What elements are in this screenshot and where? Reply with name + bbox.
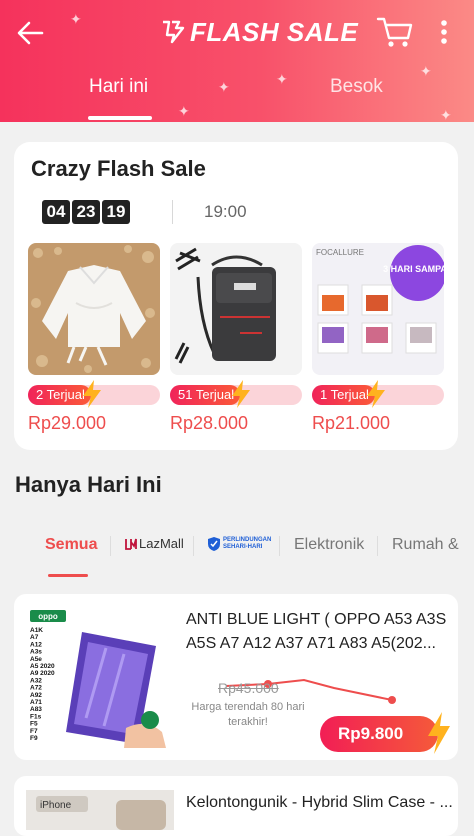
sparkle-decoration: ✦ bbox=[276, 71, 288, 87]
arrow-left-icon bbox=[17, 21, 44, 45]
model-label: A92 bbox=[30, 692, 42, 699]
brand-text: FOCALLURE bbox=[316, 248, 364, 257]
shopping-cart-icon bbox=[376, 17, 413, 47]
lightning-bolt-icon bbox=[232, 380, 250, 408]
sparkle-decoration: ✦ bbox=[420, 63, 432, 79]
more-options-button[interactable] bbox=[434, 16, 454, 48]
flash-product-card[interactable]: 2 Terjual Rp29.000 bbox=[28, 243, 160, 434]
model-label: A32 bbox=[30, 677, 42, 684]
countdown-minutes: 23 bbox=[72, 200, 100, 224]
lightning-bolt-icon bbox=[428, 712, 450, 754]
model-label: A3s bbox=[30, 649, 42, 656]
model-label: A9 2020 bbox=[30, 670, 55, 677]
filter-divider bbox=[193, 536, 194, 556]
sparkle-decoration: ✦ bbox=[218, 79, 230, 95]
active-filter-indicator bbox=[48, 574, 88, 577]
countdown-timer: 04 23 19 bbox=[42, 200, 130, 224]
countdown-seconds: 19 bbox=[102, 200, 130, 224]
lowest-price-note: Harga terendah 80 hari terakhir! bbox=[191, 701, 305, 728]
filter-rumah[interactable]: Rumah & bbox=[392, 536, 474, 554]
product-name: ANTI BLUE LIGHT ( OPPO A53 A3S A5S A7 A1… bbox=[186, 611, 447, 652]
sold-progress-bar: 51 Terjual bbox=[170, 380, 302, 408]
deal-price-button[interactable]: Rp9.800 bbox=[320, 716, 438, 752]
active-tab-indicator bbox=[88, 116, 152, 120]
brand-text: oppo bbox=[38, 612, 58, 621]
perlindungan-label: PERLINDUNGAN SEHARI-HARI bbox=[223, 537, 272, 550]
section-title-crazy-flash: Crazy Flash Sale bbox=[31, 156, 206, 181]
filter-semua[interactable]: Semua bbox=[45, 536, 97, 554]
page-title: FLASH SALE bbox=[190, 16, 359, 47]
lightning-bolt-icon bbox=[367, 380, 385, 408]
model-label: A7 bbox=[30, 634, 39, 641]
category-filter-bar: Semua LazMall PERLINDUNGAN SEHARI-HARI E… bbox=[0, 520, 474, 580]
flash-sale-logo: FLASH SALE bbox=[160, 14, 358, 50]
product-price: Rp21.000 bbox=[312, 413, 391, 433]
product-price: Rp28.000 bbox=[170, 413, 249, 433]
filter-lazmall[interactable]: LazMall bbox=[125, 536, 184, 551]
lightning-bolt-icon bbox=[83, 380, 101, 408]
original-price: Rp45.000 bbox=[218, 680, 279, 696]
tab-besok[interactable]: Besok bbox=[330, 76, 383, 98]
model-label: F7 bbox=[30, 728, 38, 735]
model-label: A5e bbox=[30, 656, 42, 663]
filter-divider bbox=[377, 536, 378, 556]
section-title-hanya-hari-ini: Hanya Hari Ini bbox=[15, 472, 162, 497]
product-image-black-shoulder-bag[interactable] bbox=[170, 243, 302, 375]
next-session-time[interactable]: 19:00 bbox=[204, 202, 247, 222]
model-label: A12 bbox=[30, 641, 42, 648]
sparkle-decoration: ✦ bbox=[70, 11, 82, 27]
model-label: F9 bbox=[30, 735, 38, 742]
product-price: Rp29.000 bbox=[28, 413, 107, 433]
brand-text: iPhone bbox=[40, 800, 72, 811]
lazmall-label: LazMall bbox=[139, 536, 184, 551]
filter-divider bbox=[110, 536, 111, 556]
model-label: A71 bbox=[30, 699, 42, 706]
model-label: F5 bbox=[30, 721, 38, 728]
flash-sale-header: ✦ ✦ ✦ ✦ ✦ ✦ FLASH SALE Hari ini Besok bbox=[0, 0, 474, 122]
tab-hari-ini[interactable]: Hari ini bbox=[89, 76, 148, 98]
sold-progress-bar: 1 Terjual bbox=[312, 380, 444, 408]
model-label: A1K bbox=[30, 627, 43, 634]
flash-product-card[interactable]: FOCALLURE 3 HARI SAMPAI* 1 Terjual Rp21.… bbox=[312, 243, 444, 434]
back-button[interactable] bbox=[14, 16, 48, 50]
lazmall-logo-icon bbox=[125, 538, 137, 550]
divider bbox=[172, 200, 173, 224]
model-label: A5 2020 bbox=[30, 663, 55, 670]
product-name: Kelontongunik - Hybrid Slim Case - ... bbox=[186, 794, 453, 811]
sold-count: 1 Terjual bbox=[320, 387, 369, 402]
product-image-screen-protector: oppo A1K A7 A12 A3s A5e A5 2020 A9 2020 A32 A72 A… bbox=[26, 608, 174, 748]
filter-divider bbox=[279, 536, 280, 556]
product-image-eyeshadow-palette[interactable]: FOCALLURE 3 HARI SAMPAI* bbox=[312, 243, 444, 375]
shield-icon bbox=[208, 537, 220, 551]
flash-bolt-logo-icon bbox=[163, 20, 185, 44]
flash-product-card[interactable]: 51 Terjual Rp28.000 bbox=[170, 243, 302, 434]
model-label: A72 bbox=[30, 685, 42, 692]
sparkle-decoration: ✦ bbox=[178, 103, 190, 119]
filter-perlindungan[interactable]: PERLINDUNGAN SEHARI-HARI bbox=[207, 536, 275, 552]
delivery-badge: 3 HARI SAMPAI* bbox=[383, 264, 444, 274]
product-image-white-blouse[interactable] bbox=[28, 243, 160, 375]
more-vertical-icon bbox=[441, 20, 447, 44]
countdown-hours: 04 bbox=[42, 200, 70, 224]
cart-button[interactable] bbox=[376, 14, 414, 50]
deal-product-card[interactable]: oppo A1K A7 A12 A3s A5e A5 2020 A9 2020 A32 A72 A… bbox=[14, 594, 458, 760]
deal-product-card[interactable]: iPhone Kelontongunik - Hybrid Slim Case … bbox=[14, 776, 458, 836]
product-image-phone-case: iPhone bbox=[26, 790, 174, 830]
crazy-flash-sale-card: Crazy Flash Sale 04 23 19 19:00 2 Terjua… bbox=[14, 142, 458, 450]
sparkle-decoration: ✦ bbox=[440, 107, 452, 122]
filter-elektronik[interactable]: Elektronik bbox=[294, 536, 364, 554]
sold-count: 2 Terjual bbox=[36, 387, 85, 402]
sold-progress-bar: 2 Terjual bbox=[28, 380, 160, 408]
model-label: F1s bbox=[30, 713, 42, 720]
model-label: A83 bbox=[30, 706, 42, 713]
sold-count: 51 Terjual bbox=[178, 387, 235, 402]
